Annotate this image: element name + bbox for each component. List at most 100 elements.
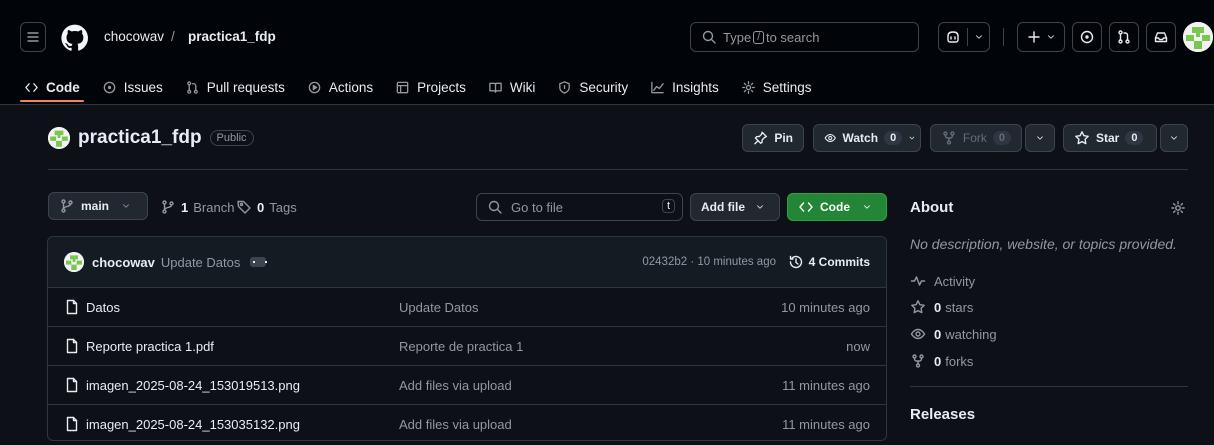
tab-issues[interactable]: Issues <box>102 80 163 95</box>
inbox-icon <box>1154 32 1168 43</box>
forks-count: 0 <box>934 353 942 369</box>
table-icon <box>396 81 409 93</box>
search-icon <box>488 200 502 214</box>
gear-icon[interactable] <box>1170 200 1186 216</box>
forks-label: forks <box>945 353 974 369</box>
code-button[interactable]: Code <box>787 193 887 221</box>
pull-request-icon <box>1118 30 1130 44</box>
breadcrumb-repo[interactable]: practica1_fdp <box>188 29 276 44</box>
star-dropdown-button[interactable] <box>1160 124 1188 152</box>
chevron-down-icon <box>1171 136 1177 140</box>
pin-icon <box>754 131 768 145</box>
chevron-down-icon <box>1048 35 1054 39</box>
stars-count: 0 <box>934 299 942 315</box>
pull-requests-button[interactable] <box>1109 22 1139 52</box>
menu-button[interactable] <box>20 22 46 52</box>
copilot-button[interactable] <box>938 22 990 52</box>
file-row[interactable]: Reporte practica 1.pdf Reporte de practi… <box>48 327 886 366</box>
global-header: chocowav / practica1_fdp Type / to searc… <box>0 0 1214 105</box>
go-to-file-shortcut: t <box>661 199 675 213</box>
commit-author[interactable]: chocowav <box>92 255 155 270</box>
releases-heading[interactable]: Releases <box>910 406 975 423</box>
file-commit-message[interactable]: Add files via upload <box>399 378 512 393</box>
pin-button[interactable]: Pin <box>742 124 804 152</box>
tab-label: Insights <box>672 79 719 95</box>
hamburger-icon <box>27 32 39 42</box>
tab-projects[interactable]: Projects <box>395 80 466 95</box>
file-commit-message[interactable]: Reporte de practica 1 <box>399 339 523 354</box>
commit-hash-time[interactable]: 02432b2 · 10 minutes ago <box>642 256 776 268</box>
file-date: 11 minutes ago <box>782 377 870 393</box>
tab-pull-requests[interactable]: Pull requests <box>185 80 285 95</box>
repo-name[interactable]: practica1_fdp <box>78 127 202 149</box>
watch-label: Watch <box>842 131 879 145</box>
watching-link[interactable]: 0 watching <box>910 326 997 342</box>
file-row[interactable]: imagen_2025-08-24_153019513.png Add file… <box>48 366 886 405</box>
plus-icon <box>1028 31 1040 43</box>
search-icon <box>702 30 716 44</box>
go-to-file-input[interactable]: Go to file t <box>476 193 683 221</box>
issues-button[interactable] <box>1072 22 1102 52</box>
file-commit-message[interactable]: Update Datos <box>399 300 479 315</box>
create-new-button[interactable] <box>1017 22 1065 52</box>
file-name[interactable]: imagen_2025-08-24_153019513.png <box>86 378 300 393</box>
tab-label: Projects <box>417 79 466 95</box>
tab-insights[interactable]: Insights <box>650 80 719 95</box>
forks-link[interactable]: 0 forks <box>910 353 973 369</box>
commits-link[interactable]: 4 Commits <box>788 254 870 270</box>
branches-link[interactable]: 1 Branch <box>160 199 234 215</box>
tab-security[interactable]: Security <box>557 80 628 95</box>
star-button[interactable]: Star 0 <box>1063 124 1157 152</box>
search-suffix: to search <box>765 29 820 45</box>
file-name[interactable]: Datos <box>86 300 120 315</box>
fork-dropdown-button[interactable] <box>1025 124 1055 152</box>
branch-label: Branch <box>193 199 235 215</box>
tab-label: Actions <box>328 79 374 95</box>
tab-settings[interactable]: Settings <box>741 80 811 95</box>
repo-nav: Code Issues Pull requests Actions Projec… <box>0 74 833 100</box>
breadcrumb-owner[interactable]: chocowav <box>104 29 164 44</box>
ellipsis-icon[interactable] <box>250 257 268 267</box>
file-name[interactable]: Reporte practica 1.pdf <box>86 339 214 354</box>
file-table: chocowav Update Datos 02432b2 · 10 minut… <box>47 236 887 441</box>
file-commit-message[interactable]: Add files via upload <box>399 417 512 432</box>
commit-message[interactable]: Update Datos <box>161 255 241 270</box>
branch-count: 1 <box>181 199 189 215</box>
file-name[interactable]: imagen_2025-08-24_153035132.png <box>86 417 300 432</box>
tags-link[interactable]: 0 Tags <box>236 199 297 215</box>
breadcrumb-separator: / <box>171 29 175 44</box>
identicon-icon <box>64 252 84 272</box>
file-icon <box>66 338 78 354</box>
tab-label: Code <box>46 79 80 95</box>
github-logo[interactable] <box>60 23 90 53</box>
file-date: 11 minutes ago <box>782 416 870 432</box>
watch-button[interactable]: Watch 0 <box>813 124 921 152</box>
sidebar-divider <box>910 386 1188 387</box>
file-row[interactable]: Datos Update Datos 10 minutes ago <box>48 288 886 327</box>
fork-label: Fork <box>962 131 987 145</box>
tab-code[interactable]: Code <box>24 80 80 95</box>
about-heading: About <box>910 199 954 216</box>
activity-link[interactable]: Activity <box>910 273 975 289</box>
header-separator <box>48 169 1188 170</box>
user-avatar[interactable] <box>1183 22 1213 52</box>
tab-actions[interactable]: Actions <box>307 80 373 95</box>
global-search-input[interactable]: Type / to search <box>690 22 919 52</box>
tab-label: Wiki <box>509 79 536 95</box>
file-row[interactable]: imagen_2025-08-24_153035132.png Add file… <box>48 405 886 440</box>
commits-count: 4 Commits <box>808 255 870 269</box>
commit-author-avatar[interactable] <box>64 252 84 272</box>
owner-avatar[interactable] <box>48 127 70 149</box>
book-icon <box>489 82 502 93</box>
watching-label: watching <box>945 326 997 342</box>
chevron-down-icon <box>757 205 763 209</box>
star-icon <box>911 300 925 314</box>
tab-wiki[interactable]: Wiki <box>488 79 536 95</box>
tab-label: Pull requests <box>206 79 285 95</box>
inbox-button[interactable] <box>1146 22 1176 52</box>
play-icon <box>308 81 321 93</box>
add-file-button[interactable]: Add file <box>690 193 780 221</box>
stars-link[interactable]: 0 stars <box>910 299 973 315</box>
branch-selector[interactable]: main <box>48 192 148 220</box>
fork-button[interactable]: Fork 0 <box>930 124 1022 152</box>
